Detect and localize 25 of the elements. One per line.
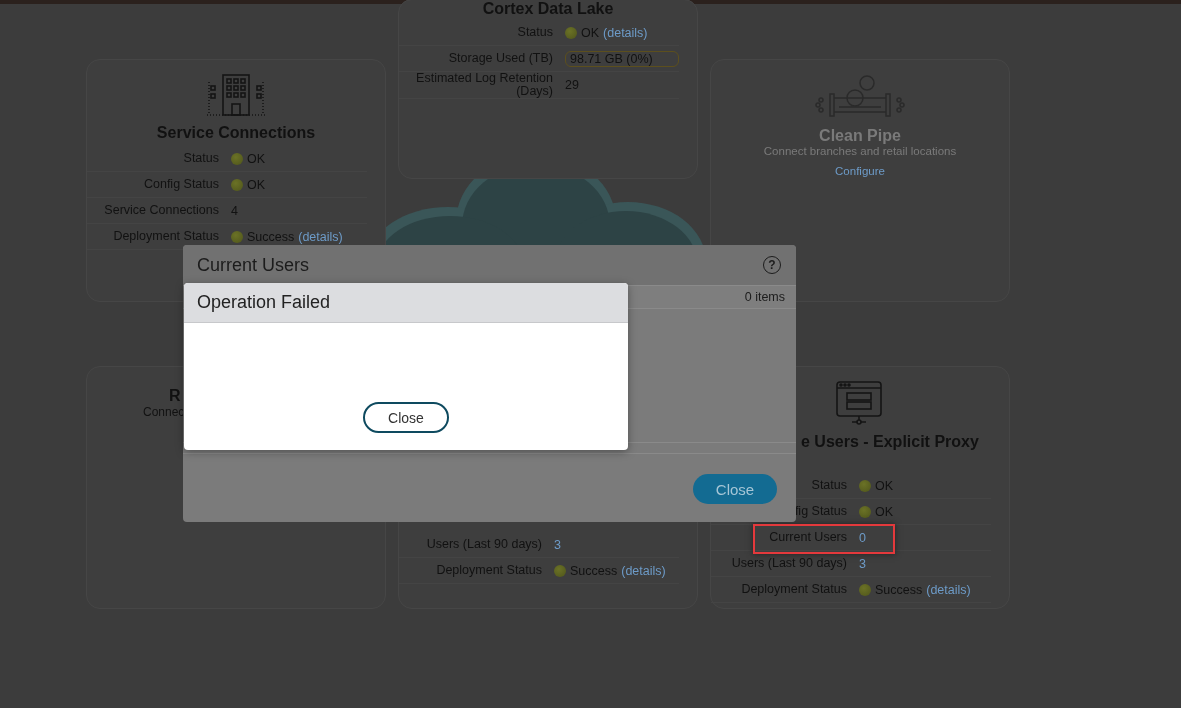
- status-dot: [231, 230, 243, 243]
- status-dot: [859, 479, 871, 492]
- value-link[interactable]: 0: [859, 530, 866, 545]
- details-link[interactable]: (details): [621, 563, 666, 578]
- close-button[interactable]: Close: [693, 474, 777, 504]
- status-dot: [859, 583, 871, 596]
- value-link[interactable]: 3: [859, 556, 866, 571]
- close-button[interactable]: Close: [363, 402, 449, 433]
- configure-link[interactable]: Configure: [835, 165, 885, 177]
- details-link[interactable]: (details): [298, 229, 343, 244]
- status-dot: [554, 564, 566, 577]
- details-link[interactable]: (details): [603, 25, 648, 40]
- item-count: 0 items: [744, 290, 785, 304]
- card-title: Clean Pipe: [818, 127, 902, 145]
- card-subtitle: Connect branches and retail locations: [762, 145, 958, 157]
- server-window-icon: [836, 381, 884, 425]
- dialog-title: Current Users: [197, 254, 310, 276]
- status-dot: [859, 505, 871, 518]
- status-dot: [231, 152, 243, 165]
- building-icon: [206, 74, 266, 116]
- value-link[interactable]: 3: [554, 537, 561, 552]
- status-dot: [231, 178, 243, 191]
- status-dot: [565, 26, 577, 39]
- details-link[interactable]: (details): [926, 582, 971, 597]
- dialog-title: Operation Failed: [197, 292, 331, 313]
